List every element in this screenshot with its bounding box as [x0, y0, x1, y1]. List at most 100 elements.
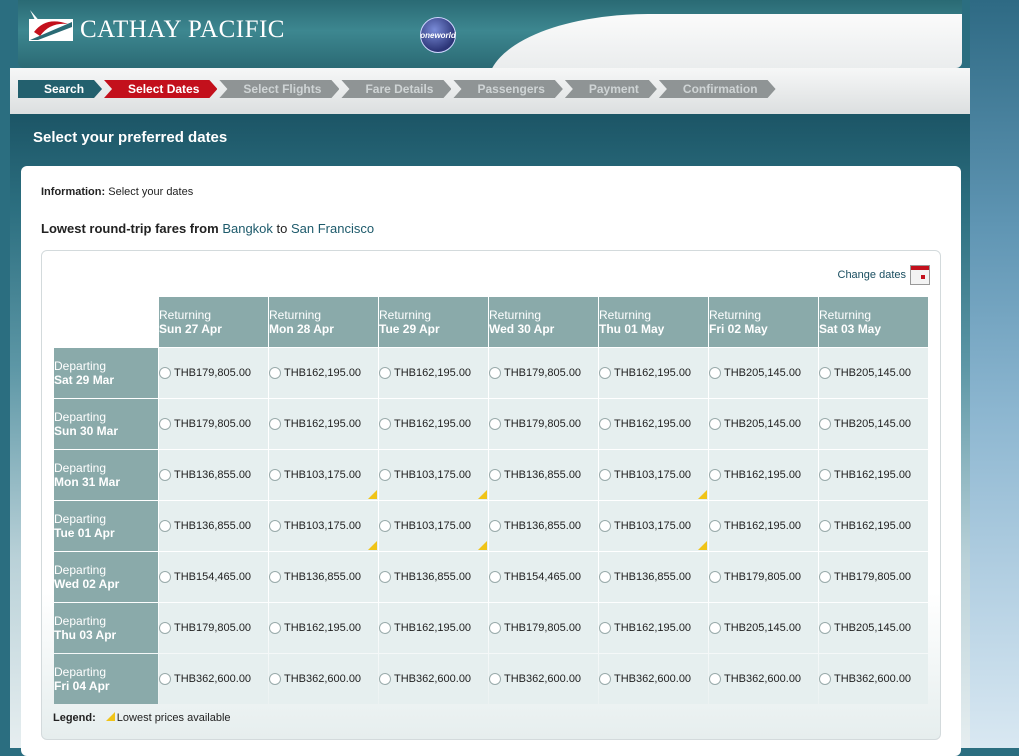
fare-cell[interactable]: THB162,195.00: [599, 348, 708, 398]
fare-cell[interactable]: THB162,195.00: [709, 450, 818, 500]
fare-cell[interactable]: THB162,195.00: [599, 399, 708, 449]
fare-radio-button[interactable]: [819, 520, 831, 533]
fare-cell[interactable]: THB154,465.00: [159, 552, 268, 602]
fare-radio-button[interactable]: [599, 367, 611, 380]
brand-logo-text[interactable]: CATHAY PACIFIC: [80, 16, 285, 44]
fare-cell[interactable]: THB362,600.00: [379, 654, 488, 704]
fare-radio-button[interactable]: [379, 469, 391, 482]
fare-radio-button[interactable]: [159, 367, 171, 380]
fare-radio-button[interactable]: [379, 622, 391, 635]
fare-radio-button[interactable]: [819, 469, 831, 482]
fare-cell[interactable]: THB362,600.00: [709, 654, 818, 704]
fare-cell[interactable]: THB136,855.00: [379, 552, 488, 602]
fare-radio-button[interactable]: [269, 571, 281, 584]
fare-cell[interactable]: THB136,855.00: [159, 501, 268, 551]
fare-cell[interactable]: THB136,855.00: [159, 450, 268, 500]
fare-cell[interactable]: THB179,805.00: [159, 348, 268, 398]
fare-cell[interactable]: THB179,805.00: [489, 399, 598, 449]
fare-cell[interactable]: THB103,175.00: [599, 501, 708, 551]
fare-radio-button[interactable]: [819, 367, 831, 380]
fare-radio-button[interactable]: [489, 418, 501, 431]
fare-radio-button[interactable]: [159, 673, 171, 686]
fare-radio-button[interactable]: [709, 520, 721, 533]
step-search[interactable]: Search: [18, 80, 102, 98]
fare-cell[interactable]: THB136,855.00: [489, 450, 598, 500]
fare-radio-button[interactable]: [159, 571, 171, 584]
fare-radio-button[interactable]: [159, 469, 171, 482]
fare-radio-button[interactable]: [709, 622, 721, 635]
fare-cell[interactable]: THB179,805.00: [159, 399, 268, 449]
fare-cell[interactable]: THB179,805.00: [489, 348, 598, 398]
fare-radio-button[interactable]: [269, 520, 281, 533]
fare-cell[interactable]: THB103,175.00: [379, 501, 488, 551]
brushwing-logo-icon[interactable]: [28, 10, 74, 42]
fare-radio-button[interactable]: [269, 622, 281, 635]
fare-radio-button[interactable]: [489, 622, 501, 635]
fare-radio-button[interactable]: [159, 520, 171, 533]
fare-cell[interactable]: THB205,145.00: [819, 399, 928, 449]
fare-cell[interactable]: THB205,145.00: [709, 348, 818, 398]
fare-radio-button[interactable]: [489, 571, 501, 584]
fare-cell[interactable]: THB162,195.00: [379, 348, 488, 398]
calendar-icon[interactable]: [910, 265, 930, 285]
fare-cell[interactable]: THB205,145.00: [819, 348, 928, 398]
fare-radio-button[interactable]: [599, 418, 611, 431]
fare-cell[interactable]: THB136,855.00: [489, 501, 598, 551]
fare-cell[interactable]: THB162,195.00: [269, 399, 378, 449]
fare-cell[interactable]: THB205,145.00: [709, 399, 818, 449]
fare-cell[interactable]: THB103,175.00: [269, 501, 378, 551]
fare-radio-button[interactable]: [599, 622, 611, 635]
fare-radio-button[interactable]: [489, 367, 501, 380]
fare-radio-button[interactable]: [599, 571, 611, 584]
fare-radio-button[interactable]: [709, 367, 721, 380]
fare-cell[interactable]: THB103,175.00: [269, 450, 378, 500]
fare-cell[interactable]: THB162,195.00: [379, 399, 488, 449]
fare-radio-button[interactable]: [599, 469, 611, 482]
fare-radio-button[interactable]: [709, 673, 721, 686]
fare-cell[interactable]: THB179,805.00: [489, 603, 598, 653]
fare-cell[interactable]: THB162,195.00: [709, 501, 818, 551]
fare-radio-button[interactable]: [379, 673, 391, 686]
fare-radio-button[interactable]: [489, 673, 501, 686]
fare-cell[interactable]: THB103,175.00: [599, 450, 708, 500]
change-dates-link[interactable]: Change dates: [838, 265, 930, 285]
fare-cell[interactable]: THB136,855.00: [269, 552, 378, 602]
fare-cell[interactable]: THB362,600.00: [269, 654, 378, 704]
fare-cell[interactable]: THB162,195.00: [379, 603, 488, 653]
fare-radio-button[interactable]: [379, 367, 391, 380]
fare-radio-button[interactable]: [819, 622, 831, 635]
fare-cell[interactable]: THB362,600.00: [819, 654, 928, 704]
fare-cell[interactable]: THB162,195.00: [269, 348, 378, 398]
fare-radio-button[interactable]: [159, 418, 171, 431]
fare-radio-button[interactable]: [269, 418, 281, 431]
fare-radio-button[interactable]: [709, 418, 721, 431]
fare-cell[interactable]: THB362,600.00: [159, 654, 268, 704]
fare-cell[interactable]: THB162,195.00: [819, 450, 928, 500]
fare-cell[interactable]: THB162,195.00: [269, 603, 378, 653]
fare-radio-button[interactable]: [379, 571, 391, 584]
fare-radio-button[interactable]: [819, 418, 831, 431]
fare-radio-button[interactable]: [819, 571, 831, 584]
fare-radio-button[interactable]: [159, 622, 171, 635]
fare-radio-button[interactable]: [819, 673, 831, 686]
fare-radio-button[interactable]: [709, 571, 721, 584]
fare-cell[interactable]: THB205,145.00: [709, 603, 818, 653]
fare-radio-button[interactable]: [489, 520, 501, 533]
fare-radio-button[interactable]: [379, 418, 391, 431]
fare-radio-button[interactable]: [269, 469, 281, 482]
fare-radio-button[interactable]: [599, 520, 611, 533]
fare-cell[interactable]: THB136,855.00: [599, 552, 708, 602]
fare-cell[interactable]: THB362,600.00: [599, 654, 708, 704]
fare-radio-button[interactable]: [269, 367, 281, 380]
fare-radio-button[interactable]: [599, 673, 611, 686]
fare-cell[interactable]: THB162,195.00: [819, 501, 928, 551]
fare-cell[interactable]: THB179,805.00: [159, 603, 268, 653]
fare-cell[interactable]: THB205,145.00: [819, 603, 928, 653]
fare-radio-button[interactable]: [489, 469, 501, 482]
fare-cell[interactable]: THB179,805.00: [819, 552, 928, 602]
fare-radio-button[interactable]: [379, 520, 391, 533]
fare-radio-button[interactable]: [269, 673, 281, 686]
fare-radio-button[interactable]: [709, 469, 721, 482]
fare-cell[interactable]: THB154,465.00: [489, 552, 598, 602]
fare-cell[interactable]: THB103,175.00: [379, 450, 488, 500]
